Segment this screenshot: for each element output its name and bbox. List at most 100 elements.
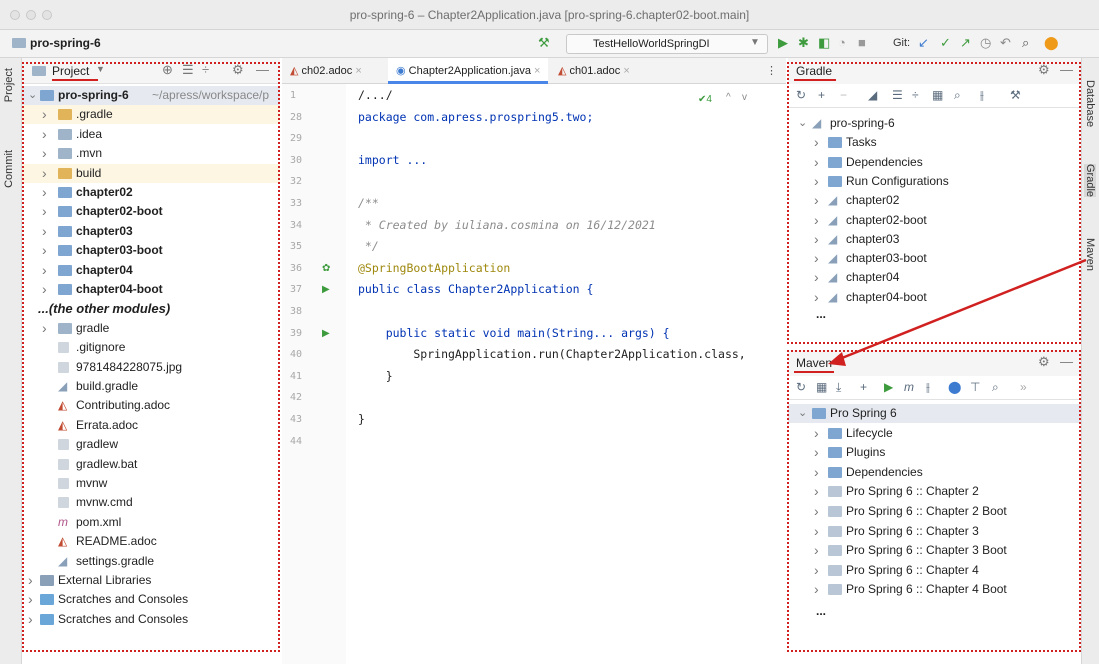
project-tree-item[interactable]: ◢ build.gradle xyxy=(22,377,280,396)
project-tree-item[interactable]: › chapter04-boot xyxy=(22,280,280,299)
refresh-icon[interactable]: ↻ xyxy=(796,88,806,102)
run-class-icon[interactable]: ▶ xyxy=(322,284,330,295)
project-breadcrumb[interactable]: pro-spring-6 xyxy=(12,36,101,50)
chevron-right-icon[interactable]: › xyxy=(814,443,819,462)
tab-ch01-adoc[interactable]: ◭ ch01.adoc × xyxy=(558,64,630,77)
code-line[interactable]: } xyxy=(358,412,365,426)
project-tree-item[interactable]: m pom.xml xyxy=(22,513,280,532)
maven-tree-item[interactable]: › Pro Spring 6 :: Chapter 4 Boot xyxy=(788,580,1081,599)
maven-tree-item[interactable]: › Pro Spring 6 :: Chapter 3 Boot xyxy=(788,541,1081,560)
code-line[interactable]: SpringApplication.run(Chapter2Applicatio… xyxy=(358,347,745,361)
project-tree-item[interactable]: › .mvn xyxy=(22,144,280,163)
project-tree-item[interactable]: › .idea xyxy=(22,125,280,144)
gradle-root-row[interactable]: ⌄ ◢ pro-spring-6 xyxy=(788,114,1081,133)
chevron-right-icon[interactable]: › xyxy=(814,463,819,482)
project-tree-bottom-item[interactable]: › Scratches and Consoles xyxy=(22,590,280,609)
chevron-right-icon[interactable]: › xyxy=(42,222,47,241)
bean-icon[interactable]: ✿ xyxy=(322,263,330,274)
gradle-tree-item[interactable]: › ◢ chapter03-boot xyxy=(788,249,1081,268)
maven-tree-item[interactable]: › Lifecycle xyxy=(788,424,1081,443)
code-line[interactable]: * Created by iuliana.cosmina on 16/12/20… xyxy=(358,218,656,232)
debug-icon[interactable]: ✱ xyxy=(798,35,809,51)
tab-gradle[interactable]: Gradle xyxy=(1084,164,1096,198)
code-line[interactable]: import ... xyxy=(358,153,427,167)
group-modules-icon[interactable]: ▦ xyxy=(932,88,943,102)
chevron-right-icon[interactable]: › xyxy=(814,153,819,172)
remove-icon[interactable]: − xyxy=(840,88,847,102)
chevron-right-icon[interactable]: › xyxy=(814,502,819,521)
chevron-down-icon[interactable]: ▼ xyxy=(750,35,760,51)
run-icon[interactable]: ▶ xyxy=(778,35,788,51)
project-tree-item[interactable]: 9781484228075.jpg xyxy=(22,358,280,377)
more-tabs-icon[interactable]: ⋮ xyxy=(766,64,777,77)
chevron-down-icon[interactable]: v xyxy=(742,92,747,103)
chevron-right-icon[interactable]: › xyxy=(814,230,819,249)
maven-tree-item[interactable]: › Pro Spring 6 :: Chapter 2 Boot xyxy=(788,502,1081,521)
toggle-offline-icon[interactable]: ⫲ xyxy=(980,88,984,103)
tab-ch02-adoc[interactable]: ◭ ch02.adoc × xyxy=(290,64,362,77)
project-tree-item[interactable]: ...(the other modules) xyxy=(22,299,280,318)
maven-tree-item[interactable]: › Plugins xyxy=(788,443,1081,462)
gradle-tree-item[interactable]: › ◢ chapter02 xyxy=(788,191,1081,210)
chevron-right-icon[interactable]: › xyxy=(814,268,819,287)
hide-panel-icon[interactable]: — xyxy=(1060,354,1073,369)
chevron-right-icon[interactable]: › xyxy=(42,202,47,221)
tab-maven[interactable]: Maven xyxy=(1084,238,1096,271)
search-everywhere-icon[interactable]: ⌕ xyxy=(1022,35,1029,51)
code-line[interactable]: public static void main(String... args) … xyxy=(358,326,670,340)
run-icon[interactable]: ▶ xyxy=(884,380,893,394)
chevron-right-icon[interactable]: › xyxy=(28,590,33,609)
gradle-tree-item[interactable]: › ◢ chapter03 xyxy=(788,230,1081,249)
show-dependencies-icon[interactable]: ⊤ xyxy=(970,380,980,394)
chevron-right-icon[interactable]: › xyxy=(814,522,819,541)
project-tree-item[interactable]: ◭ Errata.adoc xyxy=(22,416,280,435)
project-tree-item[interactable]: › chapter03 xyxy=(22,222,280,241)
expand-all-icon[interactable]: ☰ xyxy=(892,88,903,102)
collapse-all-icon[interactable]: ÷ xyxy=(202,62,209,77)
chevron-right-icon[interactable]: › xyxy=(42,105,47,124)
project-tree-item[interactable]: .gitignore xyxy=(22,338,280,357)
project-tree-item[interactable]: mvnw.cmd xyxy=(22,493,280,512)
chevron-right-icon[interactable]: › xyxy=(42,144,47,163)
download-icon[interactable]: ⤓ xyxy=(836,380,841,395)
gradle-icon[interactable]: ◢ xyxy=(868,88,877,102)
search-icon[interactable]: ⌕ xyxy=(992,380,999,395)
add-icon[interactable]: + xyxy=(818,88,825,102)
close-icon[interactable]: × xyxy=(355,65,361,77)
code-line[interactable]: */ xyxy=(358,239,379,253)
project-tree-bottom-item[interactable]: › Scratches and Consoles xyxy=(22,610,280,629)
maven-tree-item[interactable]: › Pro Spring 6 :: Chapter 2 xyxy=(788,482,1081,501)
stop-icon[interactable]: ■ xyxy=(858,35,866,51)
project-tree-item[interactable]: › gradle xyxy=(22,319,280,338)
generate-sources-icon[interactable]: ▦ xyxy=(816,380,827,394)
code-line[interactable]: package com.apress.prospring5.two; xyxy=(358,110,593,124)
expand-all-icon[interactable]: ☰ xyxy=(182,62,194,78)
chevron-right-icon[interactable]: › xyxy=(814,580,819,599)
updates-icon[interactable]: ⬤ xyxy=(1044,35,1059,51)
git-update-icon[interactable]: ↙ xyxy=(918,35,929,51)
project-tree-item[interactable]: › chapter02 xyxy=(22,183,280,202)
chevron-up-icon[interactable]: ^ xyxy=(726,92,731,103)
tab-project[interactable]: Project xyxy=(3,68,15,102)
chevron-down-icon[interactable]: ⌄ xyxy=(28,86,37,105)
chevron-right-icon[interactable]: › xyxy=(814,482,819,501)
chevron-right-icon[interactable]: › xyxy=(28,571,33,590)
chevron-right-icon[interactable]: › xyxy=(42,319,47,338)
chevron-right-icon[interactable]: › xyxy=(814,211,819,230)
project-tree-item[interactable]: › chapter03-boot xyxy=(22,241,280,260)
close-icon[interactable]: × xyxy=(534,65,540,77)
chevron-right-icon[interactable]: › xyxy=(814,191,819,210)
profile-icon[interactable]: ◔ xyxy=(838,35,846,51)
gradle-tree-item[interactable]: › Dependencies xyxy=(788,153,1081,172)
project-tree-bottom-item[interactable]: › External Libraries xyxy=(22,571,280,590)
maven-tree-item[interactable]: › Pro Spring 6 :: Chapter 4 xyxy=(788,561,1081,580)
chevron-right-icon[interactable]: › xyxy=(42,241,47,260)
chevron-right-icon[interactable]: › xyxy=(814,424,819,443)
hide-panel-icon[interactable]: — xyxy=(256,62,269,77)
project-tree-item[interactable]: › chapter02-boot xyxy=(22,202,280,221)
chevron-right-icon[interactable]: › xyxy=(42,280,47,299)
locate-icon[interactable]: ⊕ xyxy=(162,62,173,78)
code-line[interactable]: } xyxy=(358,369,393,383)
gradle-tree-item[interactable]: › Run Configurations xyxy=(788,172,1081,191)
code-line[interactable]: public class Chapter2Application { xyxy=(358,282,593,296)
